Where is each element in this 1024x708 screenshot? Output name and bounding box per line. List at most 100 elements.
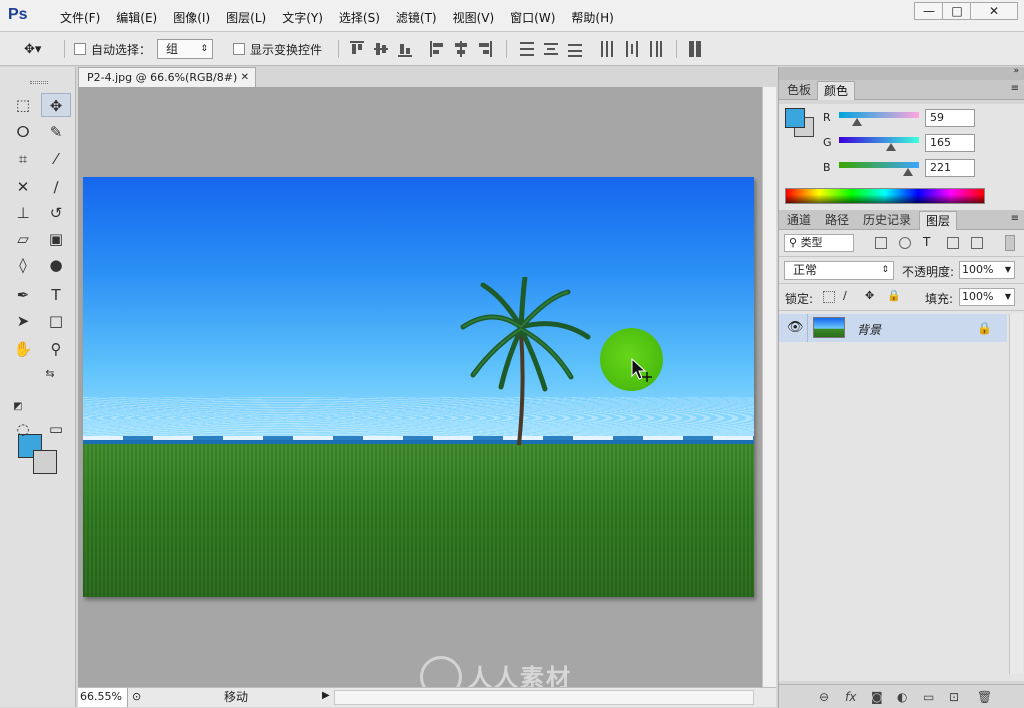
zoom-tool-icon[interactable]: ⚲ <box>41 337 71 361</box>
filter-pixel-icon[interactable] <box>875 237 887 249</box>
channel-g-slider[interactable] <box>839 137 919 151</box>
quick-selection-tool-icon[interactable]: ✎ <box>41 120 71 144</box>
gradient-tool-icon[interactable]: ▣ <box>41 227 71 251</box>
align-left-icon[interactable] <box>430 41 444 57</box>
channel-g-thumb[interactable] <box>885 143 896 151</box>
document-info-icon[interactable]: ⊙ <box>132 690 141 703</box>
channel-r-value[interactable]: 59 <box>925 109 975 127</box>
distribute-left-icon[interactable] <box>600 41 614 57</box>
maximize-button[interactable]: □ <box>942 2 972 20</box>
tab-history[interactable]: 历史记录 <box>857 211 917 230</box>
type-tool-icon[interactable]: T <box>41 283 71 307</box>
delete-layer-icon[interactable]: 🗑 <box>977 690 992 704</box>
panel-menu-icon[interactable]: ≡ <box>1011 83 1019 94</box>
healing-brush-tool-icon[interactable]: ✕ <box>8 175 38 199</box>
new-group-icon[interactable]: ▭ <box>923 690 934 704</box>
lasso-tool-icon[interactable]: ⵔ <box>8 120 38 144</box>
tab-swatches[interactable]: 色板 <box>781 81 817 100</box>
menu-filter[interactable]: 滤镜(T) <box>388 9 445 26</box>
menu-layer[interactable]: 图层(L) <box>218 9 274 26</box>
brush-tool-icon[interactable]: ∕ <box>41 175 71 199</box>
layer-name[interactable]: 背景 <box>857 321 881 338</box>
auto-select-checkbox[interactable] <box>74 43 86 55</box>
layers-scrollbar[interactable] <box>1009 314 1023 674</box>
filter-type-icon[interactable]: T <box>923 236 935 249</box>
distribute-bottom-icon[interactable] <box>568 41 582 57</box>
grip-icon[interactable] <box>30 81 48 84</box>
channel-g-value[interactable]: 165 <box>925 134 975 152</box>
add-mask-icon[interactable]: ◙ <box>871 690 883 704</box>
close-window-button[interactable]: ✕ <box>970 2 1018 20</box>
menu-type[interactable]: 文字(Y) <box>274 9 331 26</box>
fill-field[interactable]: 100% ▼ <box>959 288 1015 306</box>
path-selection-tool-icon[interactable]: ➤ <box>8 309 38 333</box>
new-layer-icon[interactable]: ⊡ <box>949 690 959 704</box>
menu-file[interactable]: 文件(F) <box>52 9 108 26</box>
document-image[interactable] <box>83 177 754 597</box>
align-bottom-icon[interactable] <box>398 41 412 57</box>
menu-image[interactable]: 图像(I) <box>165 9 218 26</box>
tab-paths[interactable]: 路径 <box>819 211 855 230</box>
background-color-swatch[interactable] <box>33 450 57 474</box>
channel-b-value[interactable]: 221 <box>925 159 975 177</box>
menu-select[interactable]: 选择(S) <box>331 9 388 26</box>
panel-collapse-bar[interactable]: » <box>779 66 1024 80</box>
menu-edit[interactable]: 编辑(E) <box>108 9 165 26</box>
eyedropper-tool-icon[interactable]: ⁄ <box>41 147 71 171</box>
marquee-tool-icon[interactable]: ⬚ <box>8 93 38 117</box>
distribute-top-icon[interactable] <box>520 41 534 57</box>
zoom-field[interactable]: 66.55% <box>78 688 128 707</box>
show-transform-checkbox[interactable] <box>233 43 245 55</box>
blur-tool-icon[interactable]: ◊ <box>8 253 38 277</box>
quick-mask-icon[interactable]: ◌ <box>8 417 38 441</box>
adjustment-layer-icon[interactable]: ◐ <box>897 690 907 704</box>
channel-r-thumb[interactable] <box>852 118 863 126</box>
color-spectrum-bar[interactable] <box>785 188 985 204</box>
dodge-tool-icon[interactable]: ● <box>41 253 71 277</box>
link-layers-icon[interactable]: ⊖ <box>819 690 829 704</box>
lock-transparency-icon[interactable] <box>823 291 835 303</box>
panel-menu-icon[interactable]: ≡ <box>1011 213 1019 224</box>
align-top-icon[interactable] <box>350 41 364 57</box>
distribute-vcenter-icon[interactable] <box>544 41 558 57</box>
lock-position-icon[interactable]: ✥ <box>865 290 877 303</box>
align-right-icon[interactable] <box>478 41 492 57</box>
hand-tool-icon[interactable]: ✋ <box>8 337 38 361</box>
swap-colors-icon[interactable]: ⇆ <box>40 362 60 386</box>
crop-tool-icon[interactable]: ⌗ <box>8 147 38 171</box>
status-menu-arrow-icon[interactable]: ▶ <box>322 690 330 701</box>
filter-smart-object-icon[interactable] <box>971 237 983 249</box>
move-tool-icon[interactable]: ✥ <box>41 93 71 117</box>
screen-mode-icon[interactable]: ▭ <box>41 417 71 441</box>
eraser-tool-icon[interactable]: ▱ <box>8 227 38 251</box>
channel-b-slider[interactable] <box>839 162 919 176</box>
tab-channels[interactable]: 通道 <box>781 211 817 230</box>
menu-view[interactable]: 视图(V) <box>445 9 503 26</box>
channel-r-slider[interactable] <box>839 112 919 126</box>
align-hcenter-icon[interactable] <box>454 41 468 57</box>
filter-toggle[interactable] <box>1005 235 1015 251</box>
distribute-hcenter-icon[interactable] <box>624 41 638 57</box>
document-tab[interactable]: P2-4.jpg @ 66.6%(RGB/8#) ✕ <box>78 67 256 87</box>
vertical-scrollbar[interactable] <box>762 87 776 687</box>
filter-shape-icon[interactable] <box>947 237 959 249</box>
filter-adjustment-icon[interactable] <box>899 237 911 249</box>
rectangle-tool-icon[interactable]: □ <box>41 309 71 333</box>
opacity-field[interactable]: 100% ▼ <box>959 261 1015 279</box>
collapse-panels-icon[interactable]: » <box>1013 66 1019 76</box>
distribute-right-icon[interactable] <box>648 41 662 57</box>
layer-row[interactable]: 👁 背景 🔒 <box>779 314 1007 342</box>
tab-color[interactable]: 颜色 <box>817 81 856 100</box>
color-foreground-swatch[interactable] <box>785 108 805 128</box>
tab-layers[interactable]: 图层 <box>919 211 958 230</box>
auto-select-target-dropdown[interactable]: 组 ⇕ <box>157 39 213 59</box>
layer-kind-dropdown[interactable]: ⚲ 类型 <box>784 234 854 252</box>
lock-image-icon[interactable]: ∕ <box>843 290 855 303</box>
menu-window[interactable]: 窗口(W) <box>502 9 563 26</box>
move-tool-preset-icon[interactable]: ✥▾ <box>24 42 41 57</box>
default-colors-icon[interactable]: ◩ <box>8 395 28 419</box>
history-brush-tool-icon[interactable]: ↺ <box>41 201 71 225</box>
minimize-button[interactable]: — <box>914 2 944 20</box>
lock-all-icon[interactable]: 🔒 <box>887 290 901 303</box>
eye-icon[interactable]: 👁 <box>787 320 804 335</box>
